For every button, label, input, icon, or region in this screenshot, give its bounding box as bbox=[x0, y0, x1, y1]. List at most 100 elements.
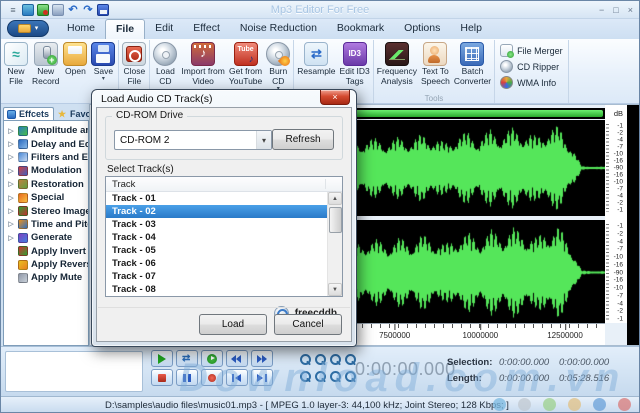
tree-item-label: Time and Pitch bbox=[31, 218, 88, 230]
batch-converter-button[interactable]: Batch Converter bbox=[452, 41, 493, 93]
expand-arrow-icon[interactable]: ▷ bbox=[7, 167, 15, 175]
cd-ripper-button[interactable]: CD Ripper bbox=[500, 60, 563, 73]
resample-button[interactable]: Resample bbox=[295, 41, 337, 93]
tab-noise-reduction[interactable]: Noise Reduction bbox=[230, 19, 327, 39]
loop-button[interactable] bbox=[176, 350, 198, 367]
tree-item-modulation[interactable]: ▷ Modulation bbox=[4, 164, 88, 177]
edit-id3-tags-button[interactable]: Edit ID3 Tags bbox=[338, 41, 372, 93]
tree-item-amplitude-and[interactable]: ▷ Amplitude and bbox=[4, 124, 88, 137]
tree-item-apply-mute[interactable]: Apply Mute bbox=[4, 271, 88, 284]
cdrom-drive-select[interactable]: CD-ROM 2 bbox=[114, 130, 272, 150]
scroll-down-icon[interactable]: ▼ bbox=[328, 283, 342, 296]
expand-arrow-icon[interactable]: ▷ bbox=[7, 180, 15, 188]
image-icon[interactable] bbox=[22, 3, 34, 16]
rewind-button[interactable] bbox=[226, 350, 248, 367]
text-to-speech-button[interactable]: Text To Speech bbox=[419, 41, 452, 93]
save-icon[interactable] bbox=[97, 3, 109, 16]
tree-item-restoration[interactable]: ▷ Restoration bbox=[4, 178, 88, 191]
stop-button[interactable] bbox=[151, 369, 173, 386]
expand-arrow-icon[interactable]: ▷ bbox=[7, 220, 15, 228]
import-from-video-button[interactable]: Import from Video bbox=[179, 41, 226, 93]
undo-icon[interactable] bbox=[67, 4, 79, 16]
tab-help[interactable]: Help bbox=[450, 19, 492, 39]
forward-button[interactable] bbox=[251, 350, 273, 367]
tree-item-apply-reverse[interactable]: Apply Reverse bbox=[4, 258, 88, 271]
refresh-button[interactable]: Refresh bbox=[272, 129, 334, 150]
new-record-button[interactable]: New Record bbox=[30, 41, 61, 93]
tree-item-stereo-imagery[interactable]: ▷ Stereo Imagery bbox=[4, 204, 88, 217]
pause-button[interactable] bbox=[176, 369, 198, 386]
combo-dropdown-icon[interactable] bbox=[256, 131, 271, 149]
dialog-close-button[interactable]: × bbox=[320, 90, 350, 105]
next-button[interactable] bbox=[251, 369, 273, 386]
zoom-vertical-in-button[interactable] bbox=[299, 370, 311, 382]
record-icon[interactable] bbox=[37, 3, 49, 16]
maximize-button[interactable]: □ bbox=[613, 2, 618, 18]
tree-item-apply-invert[interactable]: Apply Invert bbox=[4, 245, 88, 258]
open-button[interactable]: Open bbox=[61, 41, 89, 93]
zoom-project-button[interactable] bbox=[329, 370, 341, 382]
expand-arrow-icon[interactable]: ▷ bbox=[7, 234, 15, 242]
previous-button[interactable] bbox=[226, 369, 248, 386]
expand-arrow-icon[interactable]: ▷ bbox=[7, 207, 15, 215]
db-tick-label: -16 bbox=[613, 171, 623, 179]
expand-arrow-icon[interactable]: ▷ bbox=[7, 194, 15, 202]
load-cd-button[interactable]: Load CD bbox=[151, 41, 179, 93]
cancel-button[interactable]: Cancel bbox=[274, 314, 342, 335]
track-row[interactable]: Track - 08 bbox=[106, 283, 327, 296]
record-button[interactable] bbox=[201, 369, 223, 386]
tree-item-filters-and-eq[interactable]: ▷ Filters and EQ bbox=[4, 151, 88, 164]
track-row[interactable]: Track - 07 bbox=[106, 270, 327, 283]
file-merger-button[interactable]: File Merger bbox=[500, 44, 563, 58]
track-row[interactable]: Track - 01 bbox=[106, 192, 327, 205]
tree-item-special[interactable]: ▷ Special bbox=[4, 191, 88, 204]
play-all-button[interactable] bbox=[201, 350, 223, 367]
list-scrollbar[interactable]: ▲ ▼ bbox=[327, 192, 342, 296]
tab-bookmark[interactable]: Bookmark bbox=[327, 19, 394, 39]
dialog-title-bar[interactable]: Load Audio CD Track(s) bbox=[92, 90, 356, 107]
tab-home[interactable]: Home bbox=[57, 19, 105, 39]
burn-cd-button[interactable]: Burn CD▾ bbox=[264, 41, 292, 93]
expand-arrow-icon[interactable]: ▷ bbox=[7, 140, 15, 148]
new-file-button[interactable]: New File bbox=[2, 41, 30, 93]
track-row[interactable]: Track - 04 bbox=[106, 231, 327, 244]
get-from-youtube-button[interactable]: Get from YouTube bbox=[227, 41, 264, 93]
load-button[interactable]: Load bbox=[199, 314, 267, 335]
record-icon bbox=[206, 373, 218, 383]
scrollbar-thumb[interactable] bbox=[328, 207, 342, 233]
zoom-out-button[interactable] bbox=[314, 353, 326, 365]
sidebar-tab-effcets[interactable]: Effcets bbox=[3, 107, 55, 120]
track-row[interactable]: Track - 06 bbox=[106, 257, 327, 270]
track-row[interactable]: Track - 03 bbox=[106, 218, 327, 231]
close-file-button[interactable]: Close File bbox=[120, 41, 148, 93]
playback-time-display: 0:00:00.000 bbox=[355, 359, 456, 379]
tree-item-delay-and-echo[interactable]: ▷ Delay and Echo bbox=[4, 137, 88, 150]
track-column-header[interactable]: Track bbox=[106, 177, 342, 192]
frequency-analysis-button[interactable]: Frequency Analysis bbox=[375, 41, 419, 93]
track-row[interactable]: Track - 02 bbox=[106, 205, 327, 218]
zoom-in-button[interactable] bbox=[299, 353, 311, 365]
sidebar-tab-favorit[interactable]: ★Favorit bbox=[55, 108, 89, 120]
title-bar[interactable]: ≡ Mp3 Editor For Free − □ × bbox=[1, 1, 639, 19]
track-row[interactable]: Track - 05 bbox=[106, 244, 327, 257]
minimize-button[interactable]: − bbox=[599, 2, 604, 18]
app-menu-button[interactable]: ▾ bbox=[7, 20, 49, 37]
wma-info-button[interactable]: WMA Info bbox=[500, 76, 563, 89]
expand-arrow-icon[interactable]: ▷ bbox=[7, 153, 15, 161]
expand-arrow-icon[interactable]: ▷ bbox=[7, 127, 15, 135]
tab-edit[interactable]: Edit bbox=[145, 19, 183, 39]
redo-icon[interactable] bbox=[82, 4, 94, 16]
zoom-vertical-out-button[interactable] bbox=[314, 370, 326, 382]
scroll-up-icon[interactable]: ▲ bbox=[328, 192, 342, 205]
tab-options[interactable]: Options bbox=[394, 19, 450, 39]
zoom-selection-button[interactable] bbox=[329, 353, 341, 365]
tree-item-generate[interactable]: ▷ Generate bbox=[4, 231, 88, 244]
tab-file[interactable]: File bbox=[105, 19, 146, 39]
close-button[interactable]: × bbox=[628, 2, 633, 18]
open-icon[interactable] bbox=[52, 3, 64, 16]
app-menu-icon[interactable]: ≡ bbox=[7, 4, 19, 16]
tree-item-time-and-pitch[interactable]: ▷ Time and Pitch bbox=[4, 218, 88, 231]
save-button[interactable]: Save ▾ bbox=[89, 41, 117, 93]
play-button[interactable] bbox=[151, 350, 173, 367]
tab-effect[interactable]: Effect bbox=[183, 19, 230, 39]
